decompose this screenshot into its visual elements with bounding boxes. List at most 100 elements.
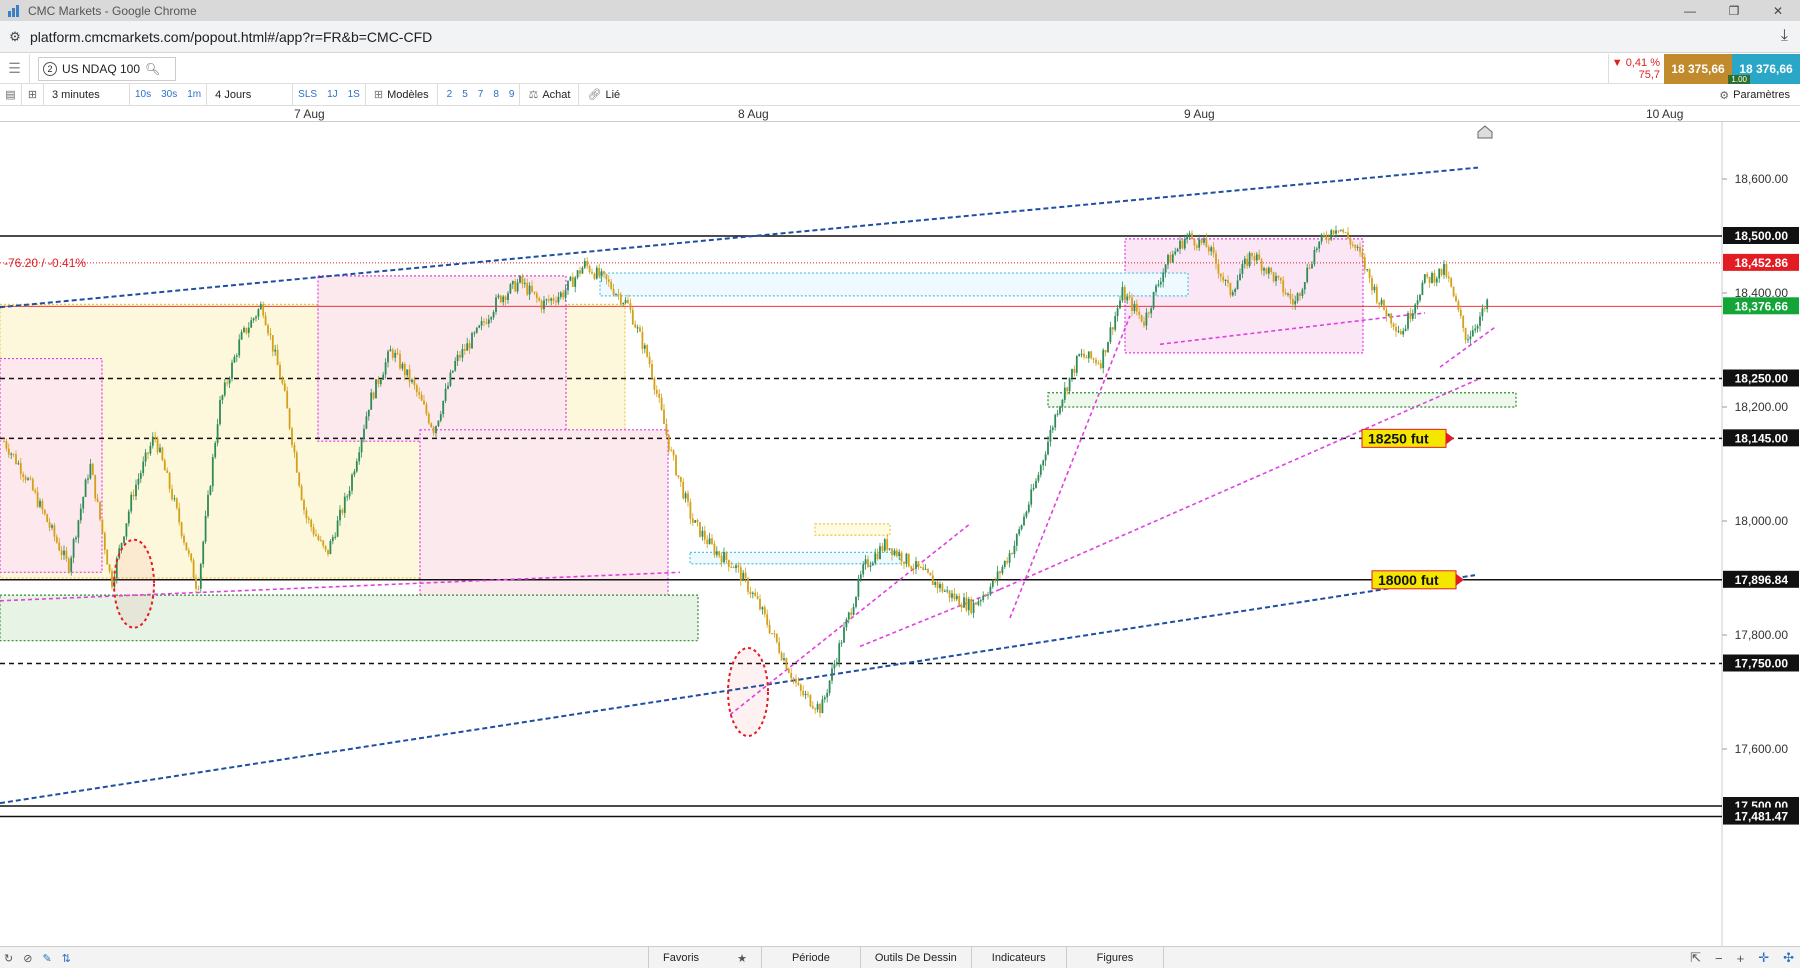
candle-body	[1195, 245, 1198, 248]
date-label: 8 Aug	[738, 107, 769, 121]
candle-body	[1090, 351, 1093, 359]
tab-favoris[interactable]: Favoris ★	[648, 947, 761, 968]
flag-label: 18000 fut	[1378, 572, 1439, 588]
buy-button[interactable]: ⚖ Achat	[520, 83, 580, 106]
layout-count-9[interactable]: 9	[504, 84, 520, 106]
candle-body	[996, 571, 999, 582]
candle-body	[1179, 240, 1181, 249]
refresh-icon[interactable]: ↻	[4, 952, 13, 965]
layout-count-2[interactable]: 2	[442, 84, 458, 106]
layout-icon[interactable]: ⊞	[22, 83, 44, 106]
candle-body	[1315, 248, 1318, 250]
chart-canvas[interactable]: 17,600.00 17,800.00 18,000.00 18,200.00 18,4…	[0, 122, 1800, 946]
move-icon[interactable]: ✣	[1783, 950, 1794, 966]
candle-body	[624, 300, 627, 304]
url-text[interactable]: platform.cmcmarkets.com/popout.html#/app…	[30, 29, 432, 45]
download-icon[interactable]: ⤓	[1781, 27, 1788, 45]
candle-body	[675, 455, 677, 476]
candle-body	[1128, 296, 1131, 298]
candle-body	[941, 584, 944, 592]
candle-body	[579, 270, 581, 274]
candle-body	[1426, 274, 1429, 277]
zoom-out-icon[interactable]: −	[1715, 951, 1723, 966]
list-icon[interactable]: ▤	[0, 83, 22, 106]
candle-body	[41, 500, 44, 510]
candle-body	[137, 478, 140, 485]
interval-10s[interactable]: 10s	[130, 84, 156, 106]
pencil-icon[interactable]: ✎	[42, 952, 51, 965]
candle-body	[1013, 545, 1016, 555]
layout-count-7[interactable]: 7	[473, 84, 489, 106]
layout-count-8[interactable]: 8	[488, 84, 504, 106]
tab-periode[interactable]: Période	[760, 947, 860, 968]
candle-body	[1025, 511, 1028, 517]
candle-body	[1030, 489, 1033, 505]
close-icon[interactable]: ✕	[1756, 0, 1800, 21]
candle-body	[159, 447, 161, 453]
candle-body	[1445, 264, 1448, 277]
candle-body	[1066, 387, 1069, 392]
candle-body	[175, 498, 178, 508]
candle-body	[382, 374, 385, 380]
candle-body	[771, 633, 773, 635]
cancel-icon[interactable]: ⊘	[23, 952, 32, 965]
candle-body	[1215, 253, 1217, 265]
candle-body	[173, 498, 176, 500]
candle-body	[1457, 301, 1460, 310]
linked-button[interactable]: 🔗︎ Lié	[579, 84, 628, 106]
candle-body	[823, 697, 826, 700]
tab-figures[interactable]: Figures	[1065, 947, 1165, 968]
range-1j[interactable]: 1J	[322, 84, 343, 106]
candle-body	[257, 309, 260, 317]
candle-body	[195, 578, 197, 589]
settings-button[interactable]: ⚙ Paramètres	[1719, 84, 1790, 106]
candle-body	[322, 540, 325, 546]
candle-body	[1171, 254, 1174, 263]
restore-icon[interactable]: ❐	[1712, 0, 1756, 21]
candle-body	[1133, 303, 1136, 311]
zoom-in-icon[interactable]: +	[1737, 951, 1745, 966]
candle-body	[1397, 331, 1400, 333]
candle-body	[533, 291, 536, 294]
candle-body	[151, 436, 154, 446]
candle-body	[1471, 330, 1474, 337]
tab-indicateurs[interactable]: Indicateurs	[970, 947, 1066, 968]
candle-body	[701, 530, 704, 537]
candle-body	[1234, 289, 1237, 293]
zone-green	[0, 594, 699, 642]
candle-body	[816, 703, 819, 710]
minimize-icon[interactable]: —	[1668, 0, 1712, 21]
candle-body	[528, 285, 531, 295]
candle-body	[1335, 230, 1337, 234]
candle-body	[423, 400, 425, 405]
candle-body	[1037, 474, 1040, 481]
search-icon[interactable]: 🔍︎	[145, 62, 160, 76]
crosshair-icon[interactable]: ✛	[1758, 950, 1769, 966]
menu-icon[interactable]: ☰	[0, 53, 30, 84]
candle-body	[852, 606, 855, 615]
candle-body	[1147, 312, 1150, 314]
price-chart[interactable]: 17,600.00 17,800.00 18,000.00 18,200.00 18,4…	[0, 122, 1800, 946]
candle-body	[127, 511, 130, 524]
scale-icon[interactable]: ⇱	[1690, 950, 1701, 966]
candle-body	[557, 296, 560, 303]
layout-count-5[interactable]: 5	[457, 84, 473, 106]
address-bar: ⚙ platform.cmcmarkets.com/popout.html#/a…	[0, 21, 1800, 53]
interval-dropdown[interactable]: 3 minutes	[44, 83, 130, 106]
range-1s[interactable]: 1S	[343, 84, 365, 106]
interval-1m[interactable]: 1m	[182, 84, 206, 106]
candle-body	[605, 274, 608, 280]
zone-pink-left	[0, 357, 103, 573]
interval-30s[interactable]: 30s	[156, 84, 182, 106]
range-dropdown[interactable]: 4 Jours	[207, 83, 294, 106]
tab-drawing-tools[interactable]: Outils De Dessin	[859, 947, 971, 968]
candle-body	[833, 664, 836, 669]
templates-button[interactable]: ⊞ Modèles	[366, 83, 438, 106]
candle-body	[1111, 327, 1114, 330]
arrows-icon[interactable]: ⇅	[62, 952, 71, 965]
range-sls[interactable]: SLS	[293, 84, 322, 106]
candle-body	[334, 536, 337, 538]
instrument-selector[interactable]: 2 US NDAQ 100 🔍︎	[38, 56, 176, 81]
site-settings-icon[interactable]: ⚙	[0, 29, 30, 45]
sell-price-button[interactable]: 18 375,66	[1664, 54, 1732, 84]
